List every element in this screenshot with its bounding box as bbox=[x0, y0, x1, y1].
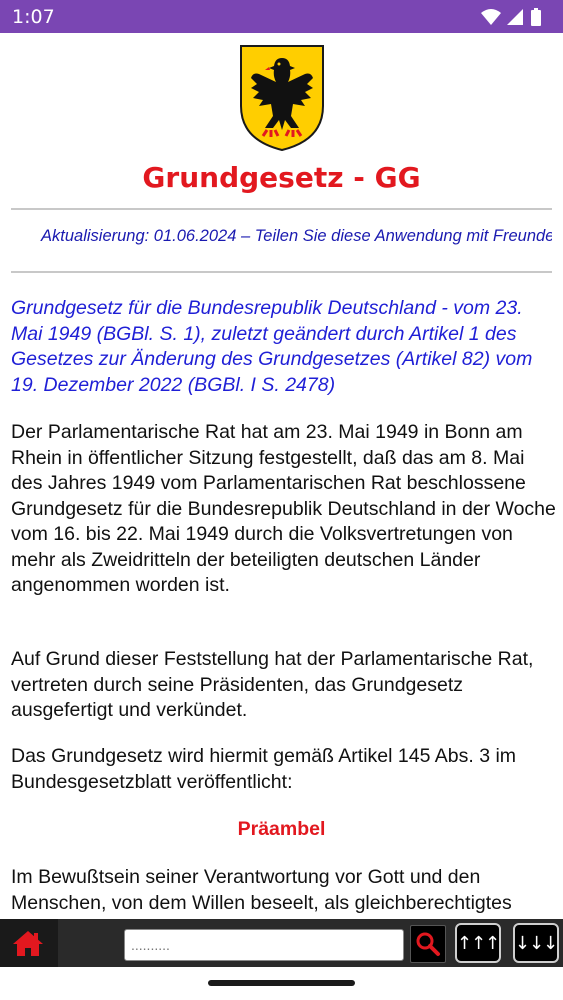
scroll-up-button[interactable]: ↑↑↑ bbox=[455, 923, 501, 963]
divider-top bbox=[11, 208, 552, 210]
law-citation: Grundgesetz für die Bundesrepublik Deuts… bbox=[11, 297, 533, 396]
status-bar: 1:07 bbox=[0, 0, 563, 33]
update-ticker: Aktualisierung: 01.06.2024 – Teilen Sie … bbox=[11, 227, 552, 249]
search-button[interactable] bbox=[410, 925, 446, 963]
signal-icon bbox=[507, 9, 523, 25]
page-title: Grundgesetz - GG bbox=[142, 161, 421, 194]
preamble-text: Im Bewußtsein seiner Verantwortung vor G… bbox=[11, 866, 512, 919]
battery-icon bbox=[531, 8, 541, 26]
scroll-down-button[interactable]: ↓↓↓ bbox=[513, 923, 559, 963]
divider-bottom bbox=[11, 271, 552, 273]
magnifier-icon bbox=[416, 932, 440, 956]
home-button[interactable] bbox=[0, 919, 56, 967]
wifi-icon bbox=[481, 9, 501, 25]
status-time: 1:07 bbox=[12, 6, 55, 28]
system-navigation-bar bbox=[0, 967, 563, 1000]
bottom-toolbar: ↑↑↑ ↓↓↓ bbox=[0, 919, 563, 967]
status-icons bbox=[479, 7, 549, 27]
home-gesture-handle[interactable] bbox=[208, 980, 355, 986]
paragraph-3: Das Grundgesetz wird hiermit gemäß Artik… bbox=[11, 745, 517, 793]
home-icon bbox=[13, 931, 43, 956]
preamble-heading: Präambel bbox=[237, 818, 326, 840]
paragraph-2: Auf Grund dieser Feststellung hat der Pa… bbox=[11, 648, 534, 721]
law-content[interactable]: Grundgesetz - GG Aktualisierung: 01.06.2… bbox=[0, 33, 563, 919]
update-ticker-text: Aktualisierung: 01.06.2024 – Teilen Sie … bbox=[41, 227, 552, 245]
federal-eagle-coat-of-arms bbox=[240, 45, 324, 152]
search-input[interactable] bbox=[124, 929, 404, 961]
paragraph-1: Der Parlamentarische Rat hat am 23. Mai … bbox=[11, 421, 556, 596]
